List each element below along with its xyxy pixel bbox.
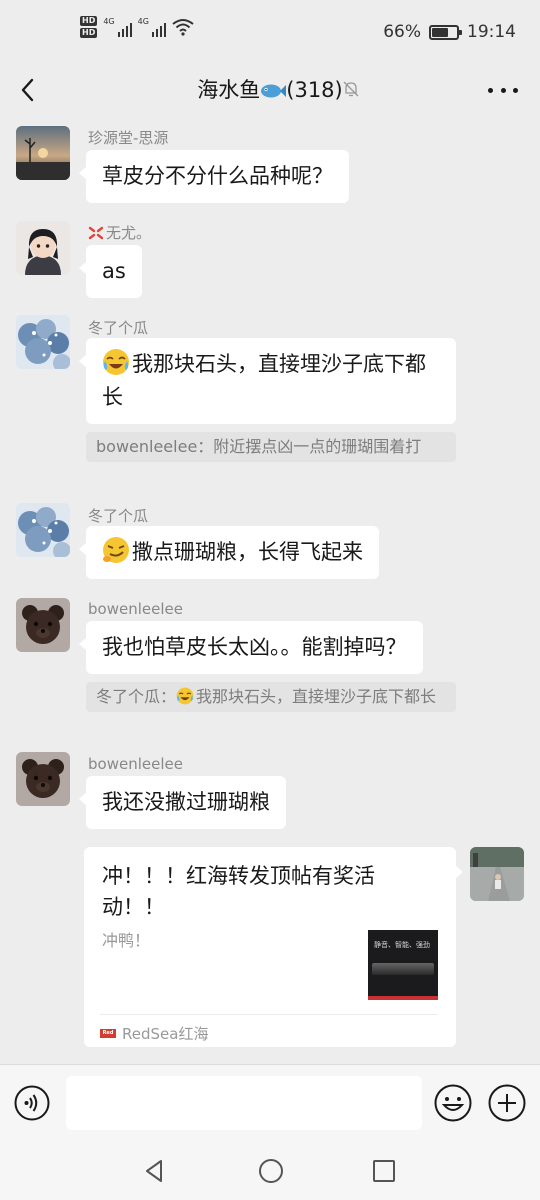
source-name: RedSea红海	[122, 1025, 209, 1043]
battery-percent: 66%	[383, 22, 421, 42]
sender-name-row: 无尤。	[88, 222, 151, 243]
message-bubble[interactable]: 草皮分不分什么品种呢？	[79, 150, 349, 203]
plus-icon[interactable]	[488, 1084, 526, 1122]
sender-name: 冬了个瓜	[88, 507, 149, 525]
teddy-bear-avatar-image	[16, 598, 70, 652]
sender-name: bowenleelee	[88, 600, 183, 618]
sender-name: 无尤。	[106, 224, 152, 242]
snow-tree-avatar-image	[16, 315, 70, 369]
quoted-message[interactable]: bowenleelee：附近摆点凶一点的珊瑚围着打	[86, 432, 456, 462]
emoji-icon[interactable]	[434, 1084, 472, 1122]
message-bubble[interactable]: 撒点珊瑚粮，长得飞起来	[79, 526, 379, 579]
sender-name: bowenleelee	[88, 755, 183, 773]
input-bar	[0, 1064, 540, 1142]
message-bubble[interactable]: 我还没撒过珊瑚粮	[79, 776, 286, 829]
avatar[interactable]	[16, 221, 70, 275]
sender-name: 冬了个瓜	[88, 319, 149, 337]
avatar[interactable]	[16, 598, 70, 652]
avatar[interactable]	[16, 503, 70, 557]
hd-badge: HD	[80, 16, 98, 26]
wifi-icon	[172, 19, 194, 36]
member-count: (318)	[286, 78, 343, 102]
status-right: 66% 19:14	[383, 22, 516, 42]
self-avatar[interactable]	[470, 847, 524, 901]
link-card[interactable]: 冲！！！红海转发顶帖有奖活动！！ 冲鸭！ 静音、智能、强劲 Red Sea Re…	[84, 847, 463, 1047]
message-bubble[interactable]: as	[79, 245, 142, 298]
group-name: 海水鱼	[197, 78, 261, 102]
street-photo-avatar-image	[470, 847, 524, 901]
signal-icon: 4G	[103, 17, 132, 37]
card-title: 冲！！！红海转发顶帖有奖活动！！	[102, 864, 375, 919]
quote-text: 我那块石头，直接埋沙子底下都长	[196, 687, 437, 706]
message-input[interactable]	[66, 1076, 422, 1130]
product-image	[372, 963, 434, 975]
avatar[interactable]	[16, 752, 70, 806]
more-dots-icon[interactable]	[488, 78, 518, 102]
mute-bell-icon	[343, 81, 359, 97]
fish-emoji-icon	[261, 84, 287, 98]
thumbnail-caption: 静音、智能、强劲	[374, 941, 430, 949]
message-list[interactable]: 珍源堂-思源 草皮分不分什么品种呢？ 无尤。 as 冬了个瓜 我那块石头，直接埋…	[0, 112, 540, 1064]
quoted-message[interactable]: 冬了个瓜： 我那块石头，直接埋沙子底下都长	[86, 682, 456, 712]
avatar[interactable]	[16, 315, 70, 369]
snow-tree-avatar-image	[16, 503, 70, 557]
signal-icon: 4G	[138, 17, 166, 37]
card-description: 冲鸭！	[102, 931, 151, 950]
girl-avatar-image	[16, 221, 70, 275]
status-left: HD HD 4G 4G	[80, 16, 194, 38]
crying-laugh-emoji-icon	[103, 349, 129, 375]
nav-back-icon[interactable]	[142, 1158, 168, 1184]
message-text: 我那块石头，直接埋沙子底下都长	[102, 352, 426, 409]
battery-fill	[432, 27, 448, 37]
chat-header: 海水鱼 (318)	[0, 68, 540, 112]
chat-title: 海水鱼 (318)	[0, 74, 540, 104]
sunset-avatar-image	[16, 126, 70, 180]
message-bubble[interactable]: 我那块石头，直接埋沙子底下都长	[79, 338, 456, 424]
redsea-logo-icon: Red Sea	[100, 1029, 116, 1045]
crying-laugh-emoji-icon	[176, 687, 194, 705]
status-bar: HD HD 4G 4G 66% 19:14	[0, 0, 540, 68]
anger-emoji-icon	[88, 226, 104, 239]
card-source: Red Sea RedSea红海	[100, 1014, 438, 1045]
nav-home-icon[interactable]	[258, 1158, 284, 1184]
hd-badge: HD	[80, 28, 98, 38]
system-nav-bar	[0, 1142, 540, 1200]
sly-smile-emoji-icon	[103, 537, 129, 563]
battery-icon	[429, 24, 462, 40]
teddy-bear-avatar-image	[16, 752, 70, 806]
nav-recent-icon[interactable]	[372, 1159, 396, 1183]
voice-icon[interactable]	[14, 1085, 50, 1121]
message-bubble[interactable]: 我也怕草皮长太凶。。能割掉吗？	[79, 621, 423, 674]
network-type-label: 4G	[137, 17, 149, 26]
avatar[interactable]	[16, 126, 70, 180]
quote-sender: 冬了个瓜：	[96, 687, 177, 706]
network-type-label: 4G	[103, 17, 115, 26]
card-thumbnail: 静音、智能、强劲	[368, 930, 438, 1000]
message-text: 撒点珊瑚粮，长得飞起来	[132, 540, 363, 564]
sender-name: 珍源堂-思源	[88, 129, 169, 147]
clock: 19:14	[467, 22, 516, 42]
